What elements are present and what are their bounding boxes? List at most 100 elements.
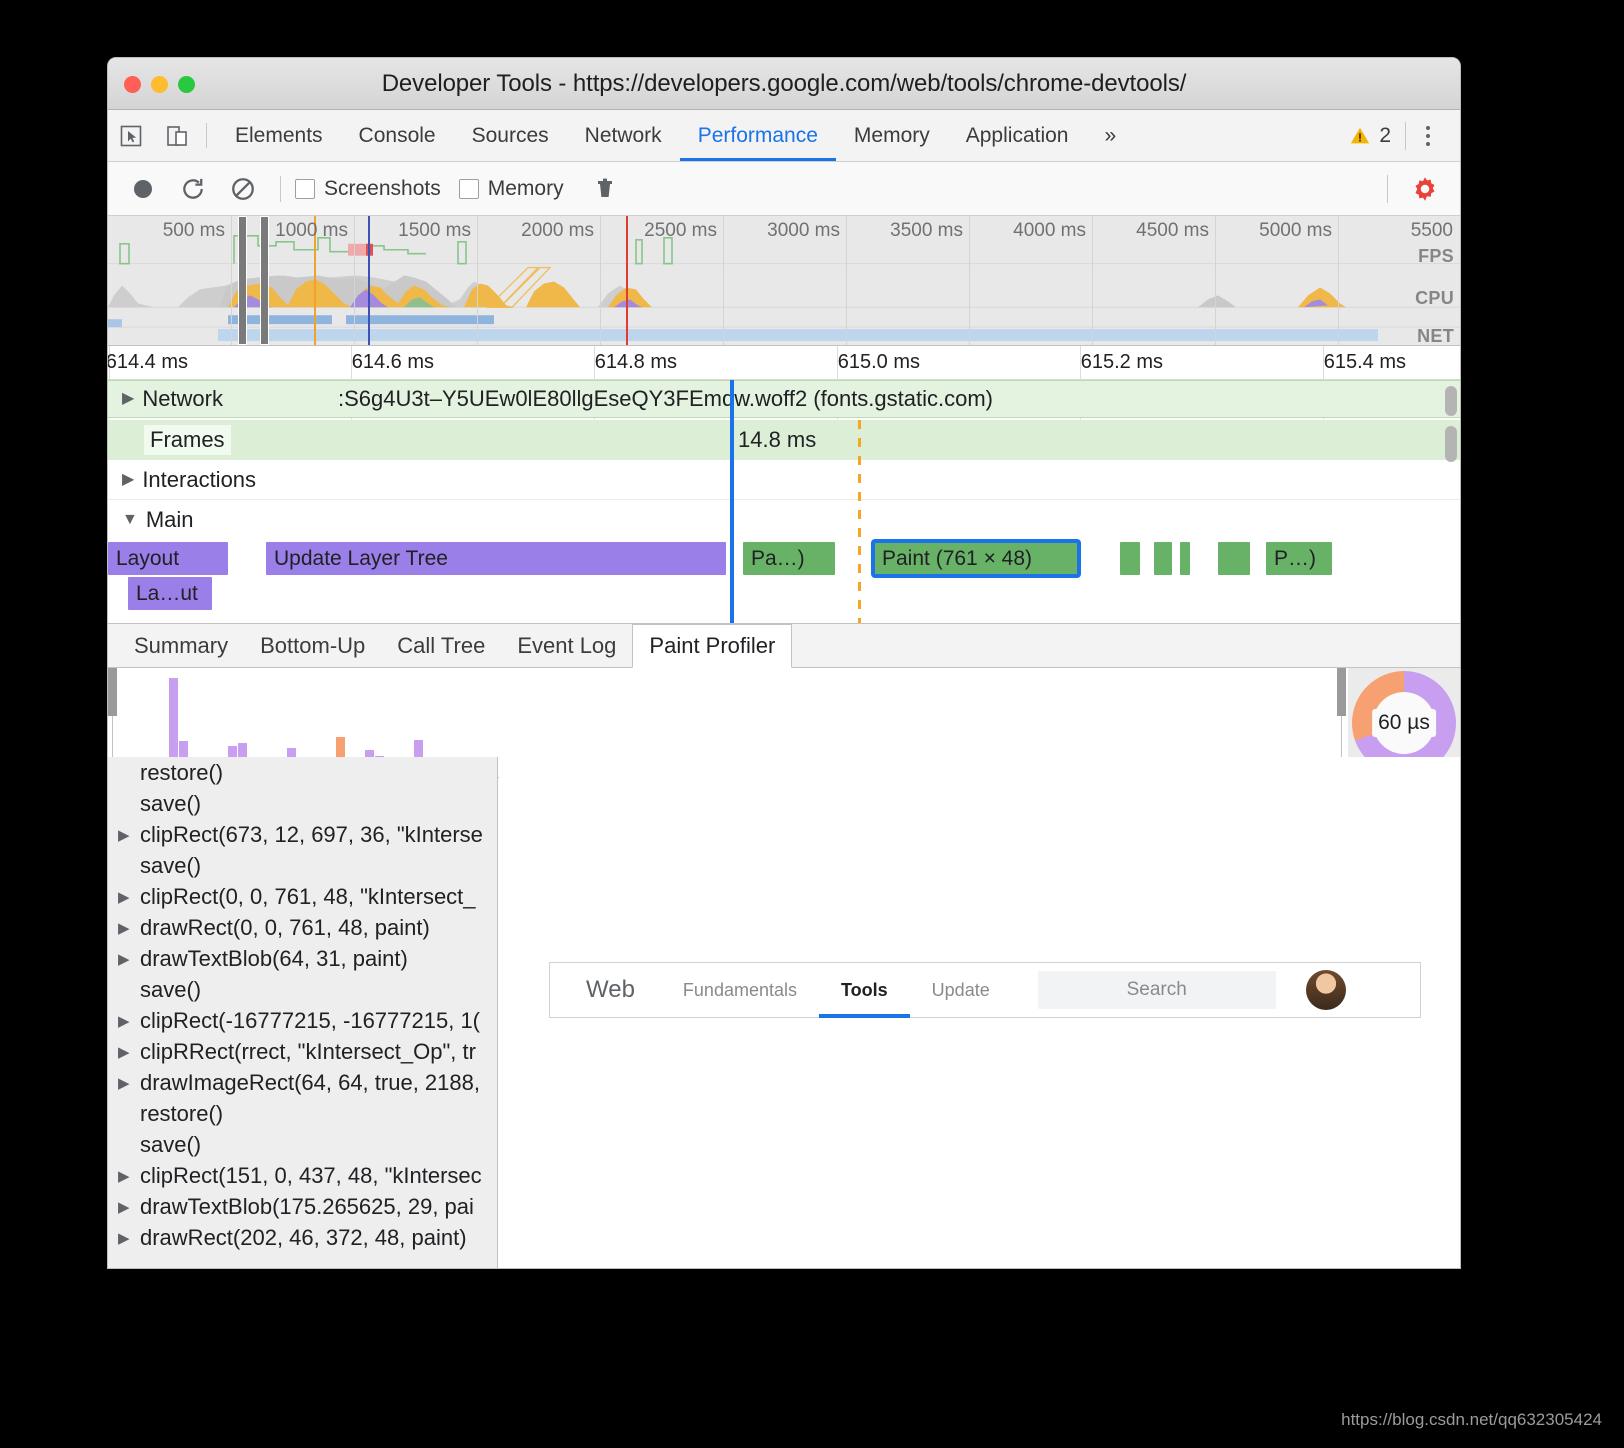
drawer-tab-label: Bottom-Up — [260, 632, 366, 658]
track-frames-header[interactable]: Frames — [122, 425, 237, 455]
paint-command-row[interactable]: ▶ drawTextBlob(64, 31, paint) — [108, 943, 497, 974]
ruler-tick: 614.6 ms — [351, 351, 434, 373]
reload-record-icon[interactable] — [170, 166, 216, 212]
track-network[interactable]: ▶ Network :S6g4U3t–Y5UEw0lE80llgEseQY3FE… — [108, 380, 1460, 418]
flame-bar-paint-d[interactable] — [1218, 542, 1250, 575]
inspect-cursor-icon[interactable] — [108, 110, 154, 161]
flame-bar-paint-b[interactable] — [1154, 542, 1172, 575]
track-main[interactable]: ▼ Main Layout Update Layer Tree Pa…) Pai… — [108, 500, 1460, 623]
tab-application[interactable]: Application — [948, 110, 1087, 161]
checkbox-box[interactable] — [295, 178, 315, 199]
window-title: Developer Tools - https://developers.goo… — [381, 69, 1187, 97]
close-button[interactable] — [124, 76, 141, 93]
paint-command-text: drawRect(0, 0, 761, 48, paint) — [140, 914, 430, 940]
preview-nav-fundamentals: Fundamentals — [661, 963, 819, 1017]
overview-timeline[interactable]: 500 ms 1000 ms 1500 ms 2000 ms 2500 ms 3… — [108, 216, 1460, 346]
record-circle-icon[interactable] — [120, 166, 166, 212]
drawer-tab-bottom-up[interactable]: Bottom-Up — [244, 624, 381, 667]
pp-range-handle-right[interactable] — [1337, 668, 1346, 716]
flame-bar-layout[interactable]: Layout — [108, 542, 228, 575]
track-interactions-header[interactable]: ▶ Interactions — [122, 466, 263, 493]
paint-command-row[interactable]: ▶ drawImageRect(64, 64, true, 2188, — [108, 1067, 497, 1098]
network-request-label: :S6g4U3t–Y5UEw0lE80llgEseQY3FEmqw.woff2 … — [338, 386, 994, 411]
paint-command-row[interactable]: ▶ drawRect(202, 46, 372, 48, paint) — [108, 1222, 497, 1253]
paint-command-row[interactable]: ▶ drawTextBlob(175.265625, 29, pai — [108, 1191, 497, 1222]
more-vertical-icon[interactable] — [1406, 125, 1450, 146]
overview-rail-fps: FPS — [1418, 246, 1454, 266]
chevron-right-icon[interactable]: ▶ — [118, 888, 140, 906]
overview-window-handle-left[interactable] — [238, 216, 247, 345]
paint-command-row[interactable]: ▶ clipRect(0, 0, 761, 48, "kIntersect_ — [108, 881, 497, 912]
tab-console[interactable]: Console — [341, 110, 454, 161]
paint-command-row[interactable]: ▶restore() — [108, 757, 497, 788]
tab-more-panels[interactable]: » — [1086, 110, 1134, 161]
track-network-header[interactable]: ▶ Network — [122, 386, 229, 412]
drawer-tab-paint-profiler[interactable]: Paint Profiler — [632, 624, 793, 668]
chevron-right-icon[interactable]: ▶ — [118, 826, 140, 844]
device-toolbar-icon[interactable] — [154, 110, 200, 161]
flame-bar-paint-selected[interactable]: Paint (761 × 48) — [871, 539, 1081, 578]
track-main-header[interactable]: ▼ Main — [122, 507, 200, 533]
paint-command-row[interactable]: ▶save() — [108, 850, 497, 881]
chevron-right-icon[interactable]: ▶ — [118, 919, 140, 937]
vertical-scrollbar-thumb-bottom[interactable] — [1445, 426, 1457, 462]
tab-bar-right-group: 2 — [1349, 110, 1460, 161]
gear-icon[interactable] — [1402, 166, 1448, 212]
drawer-tab-call-tree[interactable]: Call Tree — [381, 624, 501, 667]
tab-elements[interactable]: Elements — [217, 110, 341, 161]
paint-command-list[interactable]: ▶restore()▶save()▶clipRect(673, 12, 697,… — [108, 757, 498, 1268]
chevron-right-icon[interactable]: ▶ — [122, 391, 134, 407]
chevron-down-icon[interactable]: ▼ — [122, 512, 138, 528]
trash-icon[interactable] — [582, 166, 628, 212]
paint-command-row[interactable]: ▶ clipRect(-16777215, -16777215, 1( — [108, 1005, 497, 1036]
flame-bar-update-layer-tree[interactable]: Update Layer Tree — [266, 542, 726, 575]
flamechart-tracks[interactable]: ▶ Network :S6g4U3t–Y5UEw0lE80llgEseQY3FE… — [108, 380, 1460, 623]
flame-bar-paint-e[interactable]: P…) — [1266, 542, 1332, 575]
paint-command-row[interactable]: ▶save() — [108, 1129, 497, 1160]
chevron-right-icon[interactable]: ▶ — [118, 1074, 140, 1092]
overview-window-handle-right[interactable] — [260, 216, 269, 345]
flame-bar-layout-child[interactable]: La…ut — [128, 577, 212, 610]
pp-range-handle-left[interactable] — [108, 668, 117, 716]
paint-command-row[interactable]: ▶save() — [108, 788, 497, 819]
tab-sources[interactable]: Sources — [454, 110, 567, 161]
chevron-right-icon[interactable]: ▶ — [118, 1167, 140, 1185]
ruler-tick: 615.0 ms — [837, 351, 920, 373]
chevron-right-icon[interactable]: ▶ — [118, 1012, 140, 1030]
paint-command-row[interactable]: ▶ clipRect(673, 12, 697, 36, "kInterse — [108, 819, 497, 850]
paint-command-row[interactable]: ▶ drawRect(0, 0, 761, 48, paint) — [108, 912, 497, 943]
paint-command-row[interactable]: ▶ clipRect(151, 0, 437, 48, "kIntersec — [108, 1160, 497, 1191]
drawer-tab-summary[interactable]: Summary — [118, 624, 244, 667]
drawer-tab-event-log[interactable]: Event Log — [501, 624, 632, 667]
memory-checkbox[interactable]: Memory — [458, 177, 564, 201]
tab-performance[interactable]: Performance — [679, 110, 837, 161]
vertical-scrollbar-thumb-top[interactable] — [1445, 386, 1457, 416]
paint-command-row[interactable]: ▶restore() — [108, 1098, 497, 1129]
tab-network[interactable]: Network — [567, 110, 680, 161]
chevron-right-icon[interactable]: ▶ — [122, 471, 134, 488]
paint-command-row[interactable]: ▶ clipRRect(rrect, "kIntersect_Op", tr — [108, 1036, 497, 1067]
flame-bar-paint-c[interactable] — [1180, 542, 1190, 575]
flame-bar-paint-short[interactable]: Pa…) — [743, 542, 835, 575]
maximize-button[interactable] — [178, 76, 195, 93]
preview-search-placeholder: Search — [1126, 979, 1187, 1000]
overview-tick: 500 ms — [162, 220, 225, 241]
chevron-right-icon[interactable]: ▶ — [118, 1229, 140, 1247]
tab-memory[interactable]: Memory — [836, 110, 948, 161]
chevron-right-icon[interactable]: ▶ — [118, 1043, 140, 1061]
paint-command-row[interactable]: ▶save() — [108, 974, 497, 1005]
paint-command-text: save() — [140, 1131, 202, 1157]
flame-bar-paint-a[interactable] — [1120, 542, 1140, 575]
track-frames[interactable]: Frames 14.8 ms — [108, 420, 1460, 460]
warning-badge[interactable]: 2 — [1349, 124, 1405, 148]
screenshots-checkbox[interactable]: Screenshots — [295, 177, 441, 201]
checkbox-box[interactable] — [458, 178, 479, 199]
clear-icon[interactable] — [220, 166, 266, 212]
chevron-right-icon[interactable]: ▶ — [118, 1198, 140, 1216]
overview-tick: 1500 ms — [398, 220, 471, 241]
paint-profiler-body: ▶restore()▶save()▶clipRect(673, 12, 697,… — [108, 757, 1460, 1268]
track-interactions[interactable]: ▶ Interactions — [108, 460, 1460, 500]
minimize-button[interactable] — [151, 76, 168, 93]
overview-tick: 5500 — [1410, 220, 1453, 241]
chevron-right-icon[interactable]: ▶ — [118, 950, 140, 968]
